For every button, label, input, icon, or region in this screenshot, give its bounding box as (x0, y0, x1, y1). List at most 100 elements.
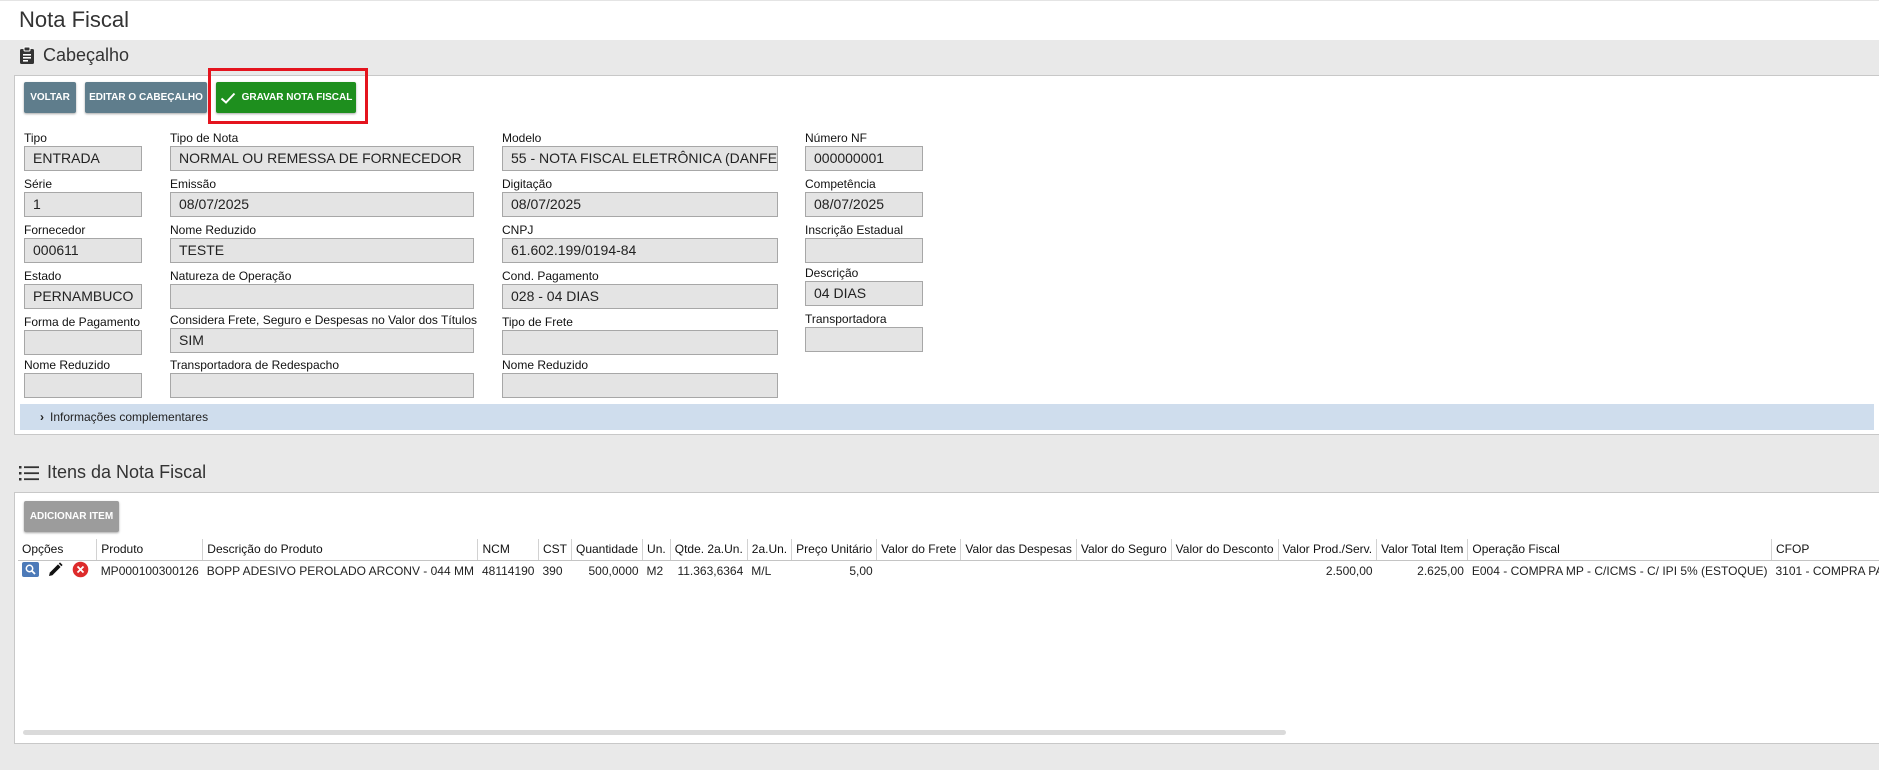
field-serie: Série 1 (24, 177, 142, 217)
label: Estado (24, 269, 62, 283)
tipo-nota-input[interactable]: NORMAL OU REMESSA DE FORNECEDOR (170, 146, 474, 171)
cnpj-input[interactable]: 61.602.199/0194-84 (502, 238, 778, 263)
col-header[interactable]: CST (537, 539, 572, 561)
cond-pagamento-input[interactable]: 028 - 04 DIAS (502, 284, 778, 309)
cell-seguro (1076, 560, 1171, 582)
label: Transportadora (805, 312, 887, 326)
col-header[interactable]: Descrição do Produto (202, 539, 478, 561)
field-natureza-operacao: Natureza de Operação (170, 269, 474, 309)
field-fornecedor: Fornecedor 000611 (24, 223, 142, 263)
col-header[interactable]: Preço Unitário (791, 539, 877, 561)
page-title: Nota Fiscal (19, 7, 130, 32)
table-row[interactable]: MP000100300126 BOPP ADESIVO PEROLADO ARC… (18, 560, 1879, 582)
horizontal-scrollbar[interactable] (23, 730, 1286, 735)
voltar-button[interactable]: VOLTAR (24, 82, 76, 113)
nome-reduzido-2-input[interactable] (24, 373, 142, 398)
estado-input[interactable]: PERNAMBUCO (24, 284, 142, 309)
info-complementares-label: Informações complementares (50, 410, 209, 424)
header-panel: VOLTAR EDITAR O CABEÇALHO GRAVAR NOTA FI… (14, 68, 1879, 435)
label: Competência (805, 177, 876, 191)
modelo-input[interactable]: 55 - NOTA FISCAL ELETRÔNICA (DANFE) (502, 146, 778, 171)
header-section-label: Cabeçalho (43, 45, 130, 65)
check-icon (220, 92, 235, 104)
field-forma-pagamento: Forma de Pagamento (24, 315, 142, 355)
field-digitacao: Digitação 08/07/2025 (502, 177, 778, 217)
gravar-nota-fiscal-button[interactable]: GRAVAR NOTA FISCAL (216, 82, 356, 113)
header-section-title: Cabeçalho (19, 45, 129, 66)
natureza-operacao-input[interactable] (170, 284, 474, 309)
cell-cst: 390 (542, 564, 563, 579)
serie-input[interactable]: 1 (24, 192, 142, 217)
cell-preco: 5,00 (849, 564, 873, 579)
descricao-input[interactable]: 04 DIAS (805, 281, 923, 306)
fornecedor-input[interactable]: 000611 (24, 238, 142, 263)
edit-pencil-icon[interactable] (46, 561, 64, 582)
field-nome-reduzido-2: Nome Reduzido (24, 358, 142, 398)
competencia-input[interactable]: 08/07/2025 (805, 192, 923, 217)
col-header[interactable]: 2a.Un. (746, 539, 792, 561)
col-header[interactable]: Un. (642, 539, 671, 561)
cell-descricao: BOPP ADESIVO PEROLADO ARCONV - 044 MM (206, 564, 474, 579)
inscricao-estadual-input[interactable] (805, 238, 923, 263)
field-modelo: Modelo 55 - NOTA FISCAL ELETRÔNICA (DANFE… (502, 131, 778, 171)
transp-redespacho-input[interactable] (170, 373, 474, 398)
cell-cfop: 3101 - COMPRA PARA IN (1775, 564, 1879, 579)
numero-nf-input[interactable]: 000000001 (805, 146, 923, 171)
field-nome-reduzido-3: Nome Reduzido (502, 358, 778, 398)
nome-reduzido-3-input[interactable] (502, 373, 778, 398)
nome-reduzido-input[interactable]: TESTE (170, 238, 474, 263)
col-header[interactable]: Valor do Desconto (1170, 539, 1279, 561)
label: CNPJ (502, 223, 534, 237)
adicionar-item-button[interactable]: ADICIONAR ITEM (24, 501, 119, 532)
cell-un2: M/L (751, 564, 772, 579)
col-header[interactable]: Valor Prod./Serv. (1277, 539, 1377, 561)
col-header[interactable]: CFOP (1770, 539, 1879, 561)
cell-valor-prod: 2.500,00 (1325, 564, 1373, 579)
considera-frete-input[interactable]: SIM (170, 328, 474, 353)
row-options (18, 560, 97, 582)
search-icon[interactable] (22, 562, 39, 580)
col-header[interactable]: Valor Total Item (1376, 539, 1468, 561)
emissao-input[interactable]: 08/07/2025 (170, 192, 474, 217)
tipo-frete-input[interactable] (502, 330, 778, 355)
col-header[interactable]: Produto (96, 539, 203, 561)
label: Emissão (170, 177, 217, 191)
delete-icon[interactable] (72, 561, 89, 581)
page-title-bar: Nota Fiscal (0, 0, 1879, 40)
label: Fornecedor (24, 223, 86, 237)
chevron-right-icon: › (40, 410, 44, 424)
cell-ncm: 48114190 (481, 564, 535, 579)
label: Nome Reduzido (170, 223, 257, 237)
tipo-input[interactable]: ENTRADA (24, 146, 142, 171)
items-section-label: Itens da Nota Fiscal (47, 462, 207, 482)
col-header[interactable]: Valor das Despesas (960, 539, 1077, 561)
label: Forma de Pagamento (24, 315, 141, 329)
info-complementares-toggle[interactable]: › Informações complementares (20, 404, 1874, 430)
cell-produto: MP000100300126 (100, 564, 199, 579)
field-cond-pagamento: Cond. Pagamento 028 - 04 DIAS (502, 269, 778, 309)
label: Tipo de Nota (170, 131, 239, 145)
label: Digitação (502, 177, 553, 191)
col-header[interactable]: Operação Fiscal (1467, 539, 1772, 561)
col-header[interactable]: Valor do Seguro (1075, 539, 1172, 561)
cell-frete (877, 560, 961, 582)
transportadora-input[interactable] (805, 327, 923, 352)
field-estado: Estado PERNAMBUCO (24, 269, 142, 309)
cell-quantidade: 500,0000 (588, 564, 639, 579)
label: Descrição (805, 266, 859, 280)
col-header[interactable]: Opções (18, 539, 97, 561)
col-header[interactable]: NCM (477, 539, 539, 561)
label: Cond. Pagamento (502, 269, 599, 283)
forma-pagamento-input[interactable] (24, 330, 142, 355)
table-header-row: Opções Produto Descrição do Produto NCM … (18, 539, 1879, 561)
cell-operacao-fiscal: E004 - COMPRA MP - C/ICMS - C/ IPI 5% (E… (1471, 564, 1768, 579)
field-nome-reduzido: Nome Reduzido TESTE (170, 223, 474, 263)
editar-cabecalho-button[interactable]: EDITAR O CABEÇALHO (85, 82, 207, 113)
label: Natureza de Operação (170, 269, 292, 283)
col-header[interactable]: Qtde. 2a.Un. (669, 539, 748, 561)
cell-desconto (1171, 560, 1278, 582)
col-header[interactable]: Quantidade (570, 539, 643, 561)
label: Modelo (502, 131, 542, 145)
col-header[interactable]: Valor do Frete (876, 539, 961, 561)
digitacao-input[interactable]: 08/07/2025 (502, 192, 778, 217)
